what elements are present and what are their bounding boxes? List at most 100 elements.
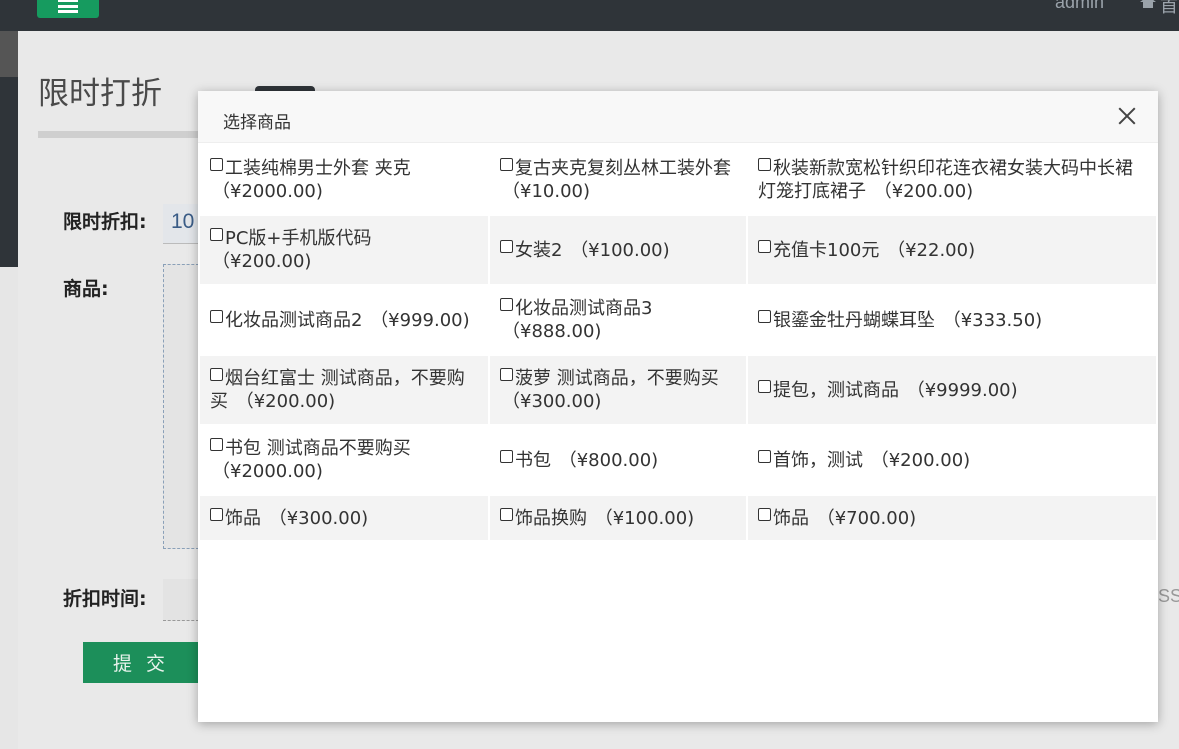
goods-checkbox[interactable] [500,158,513,171]
goods-item[interactable]: 首饰，测试 （¥200.00) [748,424,1156,496]
goods-select-box[interactable] [163,264,199,549]
admin-user-link[interactable]: admin [1055,0,1104,13]
goods-item-label[interactable]: 化妆品测试商品2 （¥999.00) [210,309,470,332]
goods-item-label[interactable]: 化妆品测试商品3 （¥888.00) [500,297,736,343]
goods-checkbox[interactable] [500,298,513,311]
select-goods-modal: 选择商品 工装纯棉男士外套 夹克 （¥2000.00) 复古夹克复刻丛林工装外套 … [198,91,1158,722]
modal-title: 选择商品 [223,113,291,133]
goods-item-label[interactable]: PC版+手机版代码 （¥200.00) [210,227,478,273]
goods-checkbox[interactable] [500,507,513,521]
goods-checkbox[interactable] [758,158,771,171]
goods-row: 化妆品测试商品2 （¥999.00) 化妆品测试商品3 （¥888.00) 银鎏金牡… [200,284,1156,356]
goods-item-label[interactable]: 菠萝 测试商品，不要购买 （¥300.00) [500,367,736,413]
goods-price: （¥10.00) [502,181,591,202]
submit-button[interactable]: 提 交 [83,642,199,683]
goods-price: （¥200.00) [212,251,312,272]
goods-item-label[interactable]: 饰品换购 （¥100.00) [500,507,694,530]
goods-item[interactable]: 银鎏金牡丹蝴蝶耳坠 （¥333.50) [748,284,1156,356]
goods-item[interactable]: 饰品 （¥300.00) [200,496,490,540]
goods-price: （¥200.00) [870,449,971,471]
goods-checkbox[interactable] [500,368,513,381]
goods-item[interactable]: 化妆品测试商品2 （¥999.00) [200,284,490,356]
goods-price: （¥2000.00) [212,181,323,202]
goods-item[interactable]: 复古夹克复刻丛林工装外套 （¥10.00) [490,144,748,216]
goods-price: （¥200.00) [235,391,336,412]
goods-item[interactable]: PC版+手机版代码 （¥200.00) [200,216,490,284]
goods-checkbox[interactable] [210,438,223,451]
goods-item[interactable]: 饰品 （¥700.00) [748,496,1156,540]
goods-price: （¥100.00) [570,239,670,261]
goods-item[interactable]: 书包 （¥800.00) [490,424,748,496]
goods-checkbox[interactable] [500,239,513,253]
goods-checkbox[interactable] [210,507,223,521]
goods-checkbox[interactable] [210,228,223,241]
goods-row: 烟台红富士 测试商品，不要购买 （¥200.00) 菠萝 测试商品，不要购买 （¥… [200,356,1156,424]
goods-name: 首饰，测试 [773,449,863,471]
goods-checkbox[interactable] [500,449,513,463]
goods-name: 饰品 [773,507,809,529]
goods-item[interactable]: 工装纯棉男士外套 夹克 （¥2000.00) [200,144,490,216]
goods-checkbox[interactable] [758,379,771,393]
goods-item[interactable]: 烟台红富士 测试商品，不要购买 （¥200.00) [200,356,490,424]
goods-checkbox[interactable] [758,239,771,253]
goods-item[interactable]: 菠萝 测试商品，不要购买 （¥300.00) [490,356,748,424]
goods-grid: 工装纯棉男士外套 夹克 （¥2000.00) 复古夹克复刻丛林工装外套 （¥10.… [200,144,1156,540]
goods-row: 工装纯棉男士外套 夹克 （¥2000.00) 复古夹克复刻丛林工装外套 （¥10.… [200,144,1156,216]
goods-item-label[interactable]: 提包，测试商品 （¥9999.00) [758,379,1018,402]
goods-item[interactable]: 提包，测试商品 （¥9999.00) [748,356,1156,424]
goods-price: （¥333.50) [942,309,1043,331]
goods-item[interactable]: 化妆品测试商品3 （¥888.00) [490,284,748,356]
goods-name: 银鎏金牡丹蝴蝶耳坠 [773,309,935,331]
goods-item-label[interactable]: 充值卡100元 （¥22.00) [758,239,975,262]
goods-item[interactable]: 书包 测试商品不要购买 （¥2000.00) [200,424,490,496]
goods-price: （¥999.00) [370,309,470,331]
goods-item[interactable]: 饰品换购 （¥100.00) [490,496,748,540]
goods-item-label[interactable]: 首饰，测试 （¥200.00) [758,449,970,472]
goods-label: 商品: [63,278,109,300]
goods-item[interactable]: 充值卡100元 （¥22.00) [748,216,1156,284]
close-icon[interactable] [1118,107,1136,125]
goods-item-label[interactable]: 烟台红富士 测试商品，不要购买 （¥200.00) [210,367,478,413]
goods-item-label[interactable]: 秋装新款宽松针织印花连衣裙女装大码中长裙灯笼打底裙子 （¥200.00) [758,157,1146,203]
goods-name: 菠萝 测试商品，不要购买 [515,368,719,389]
goods-item-label[interactable]: 饰品 （¥300.00) [210,507,368,530]
goods-name: 女装2 [515,239,563,261]
goods-item[interactable]: 女装2 （¥100.00) [490,216,748,284]
goods-checkbox[interactable] [758,507,771,521]
goods-checkbox[interactable] [210,309,223,323]
title-divider [38,131,208,138]
goods-item-label[interactable]: 银鎏金牡丹蝴蝶耳坠 （¥333.50) [758,309,1042,332]
goods-name: 书包 [515,449,551,471]
menu-toggle-button[interactable] [37,0,99,18]
goods-item-label[interactable]: 工装纯棉男士外套 夹克 （¥2000.00) [210,157,478,203]
goods-price: （¥200.00) [873,181,974,202]
goods-price: （¥2000.00) [212,461,323,482]
modal-header: 选择商品 [198,91,1158,143]
goods-row: 书包 测试商品不要购买 （¥2000.00) 书包 （¥800.00) 首饰，测试 … [200,424,1156,496]
goods-item[interactable]: 秋装新款宽松针织印花连衣裙女装大码中长裙灯笼打底裙子 （¥200.00) [748,144,1156,216]
discount-input[interactable]: 10 [163,204,199,244]
goods-name: 化妆品测试商品2 [225,309,363,331]
home-icon[interactable] [1140,0,1156,8]
goods-item-label[interactable]: 女装2 （¥100.00) [500,239,670,262]
goods-name: 复古夹克复刻丛林工装外套 [515,158,731,179]
goods-item-label[interactable]: 书包 （¥800.00) [500,449,658,472]
goods-item-label[interactable]: 复古夹克复刻丛林工装外套 （¥10.00) [500,157,736,203]
goods-price: （¥300.00) [268,507,369,529]
goods-item-label[interactable]: 书包 测试商品不要购买 （¥2000.00) [210,437,478,483]
goods-name: 充值卡100元 [773,239,880,261]
goods-name: 饰品换购 [515,507,587,529]
goods-name: 化妆品测试商品3 [515,298,653,319]
goods-checkbox[interactable] [210,158,223,171]
time-label: 折扣时间: [63,588,147,610]
goods-name: 书包 测试商品不要购买 [225,438,411,459]
goods-name: PC版+手机版代码 [225,228,372,249]
sidebar-edge-top [0,31,18,77]
goods-price: （¥100.00) [594,507,695,529]
home-link[interactable]: 首 [1160,0,1178,18]
time-input[interactable] [163,579,199,621]
goods-checkbox[interactable] [210,368,223,381]
goods-checkbox[interactable] [758,309,771,323]
goods-checkbox[interactable] [758,449,771,463]
goods-item-label[interactable]: 饰品 （¥700.00) [758,507,916,530]
